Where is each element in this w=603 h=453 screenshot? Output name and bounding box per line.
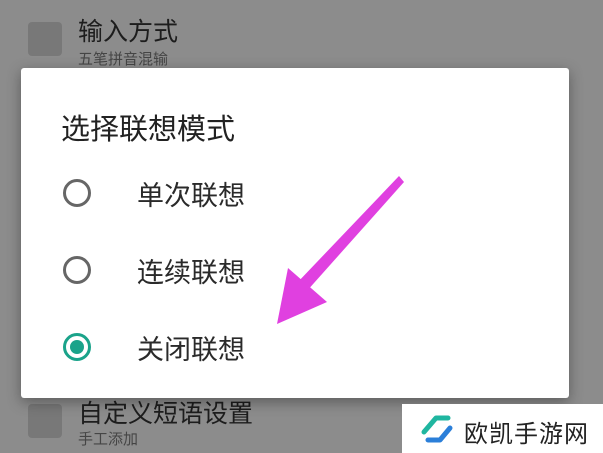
radio-button[interactable]	[63, 333, 91, 361]
option-label: 关闭联想	[137, 334, 245, 366]
radio-button[interactable]	[63, 256, 91, 284]
ok-logo-icon	[421, 415, 453, 443]
option-label: 连续联想	[137, 257, 245, 289]
watermark-text: 欧凯手游网	[464, 420, 589, 448]
dialog-title: 选择联想模式	[61, 112, 236, 146]
watermark: 欧凯手游网	[402, 404, 603, 453]
option-disable-prediction[interactable]: 关闭联想	[21, 315, 569, 379]
option-label: 单次联想	[137, 180, 245, 212]
prediction-mode-dialog: 选择联想模式 单次联想 连续联想 关闭联想	[21, 68, 569, 398]
option-continuous-prediction[interactable]: 连续联想	[21, 238, 569, 302]
option-single-prediction[interactable]: 单次联想	[21, 161, 569, 225]
radio-button[interactable]	[63, 179, 91, 207]
screen: 输入方式 五笔拼音混输 自定义短语设置 手工添加 选择联想模式 单次联想 连续联…	[0, 0, 603, 453]
